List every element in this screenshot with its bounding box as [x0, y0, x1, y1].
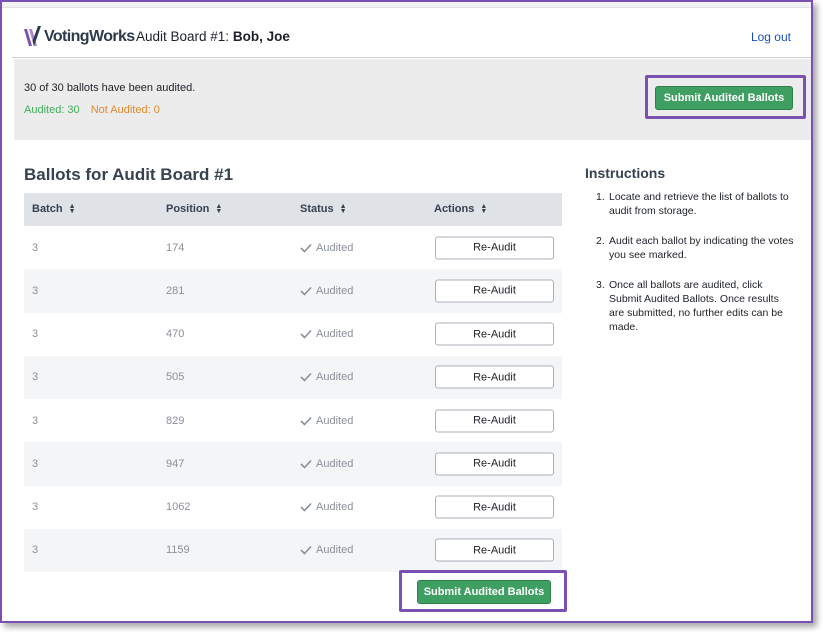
column-header-actions[interactable]: Actions ▲ ▼: [434, 203, 487, 215]
column-header-batch-label: Batch: [32, 203, 63, 215]
table-row: 3 1159 Audited Re-Audit: [24, 528, 562, 572]
column-header-status-label: Status: [300, 203, 334, 215]
app-window: VotingWorks Audit Board #1: Bob, Joe Log…: [0, 0, 813, 623]
re-audit-button[interactable]: Re-Audit: [435, 452, 554, 476]
cell-batch: 3: [32, 544, 39, 557]
audit-summary-text: 30 of 30 ballots have been audited.: [24, 82, 196, 94]
cell-status: Audited: [300, 328, 353, 340]
cell-position: 1159: [166, 544, 190, 557]
column-header-position[interactable]: Position ▲ ▼: [166, 203, 222, 215]
instructions-list: 1. Locate and retrieve the list of ballot…: [585, 190, 800, 334]
table-row: 3 947 Audited Re-Audit: [24, 442, 562, 486]
status-label: Audited: [316, 457, 354, 470]
instruction-step: 1. Locate and retrieve the list of ballot…: [596, 191, 789, 217]
cell-status: Audited: [300, 415, 353, 427]
instruction-step: 2. Audit each ballot by indicating the vo…: [596, 235, 794, 261]
submit-audited-ballots-button-top[interactable]: Submit Audited Ballots: [655, 86, 793, 110]
cell-batch: 3: [32, 241, 39, 254]
instructions-title: Instructions: [585, 165, 666, 181]
column-header-actions-label: Actions: [434, 203, 475, 215]
re-audit-button[interactable]: Re-Audit: [435, 495, 554, 519]
re-audit-button[interactable]: Re-Audit: [435, 365, 554, 389]
check-icon: [300, 243, 312, 253]
status-label: Audited: [316, 371, 354, 384]
sort-icon: ▲ ▼: [480, 203, 488, 215]
sort-icon: ▲ ▼: [215, 203, 223, 215]
table-header: Batch ▲ ▼ Position ▲ ▼ Status ▲ ▼ Actions ▲ ▼: [24, 193, 562, 226]
submit-highlight-bottom: Submit Audited Ballots: [399, 570, 567, 612]
status-label: Audited: [316, 544, 354, 557]
cell-status: Audited: [300, 371, 353, 383]
check-icon: [300, 546, 312, 556]
status-label: Audited: [316, 328, 354, 341]
re-audit-button[interactable]: Re-Audit: [435, 409, 554, 433]
cell-position: 947: [166, 457, 185, 470]
header-bar: VotingWorks Audit Board #1: Bob, Joe Log…: [12, 16, 811, 58]
cell-position: 829: [166, 414, 185, 427]
re-audit-button[interactable]: Re-Audit: [435, 279, 554, 303]
votingworks-logo-icon: [24, 26, 41, 46]
table-row: 3 281 Audited Re-Audit: [24, 269, 562, 313]
cell-status: Audited: [300, 285, 353, 297]
status-label: Audited: [316, 501, 354, 514]
cell-batch: 3: [32, 328, 39, 341]
submit-audited-ballots-button-bottom[interactable]: Submit Audited Ballots: [417, 580, 551, 604]
table-row: 3 1062 Audited Re-Audit: [24, 485, 562, 529]
re-audit-button[interactable]: Re-Audit: [435, 322, 554, 346]
sort-icon: ▲ ▼: [68, 203, 76, 215]
ballots-section-title: Ballots for Audit Board #1: [24, 165, 234, 184]
instructions-panel: Instructions 1. Locate and retrieve the l…: [585, 165, 800, 350]
window-top-edge: [2, 2, 811, 8]
cell-position: 174: [166, 241, 185, 254]
audited-count: Audited: 30: [24, 104, 80, 116]
check-icon: [300, 503, 312, 512]
status-label: Audited: [316, 284, 354, 297]
table-row: 3 174 Audited Re-Audit: [24, 226, 562, 270]
column-header-status[interactable]: Status ▲ ▼: [300, 203, 347, 215]
status-label: Audited: [316, 414, 354, 427]
check-icon: [300, 459, 312, 469]
cell-status: Audited: [300, 544, 353, 556]
audit-board-title: Audit Board #1: Bob, Joe: [136, 29, 290, 44]
cell-batch: 3: [32, 371, 39, 384]
instruction-step-text: Once all ballots are audited, click Subm…: [609, 279, 783, 333]
column-header-position-label: Position: [166, 203, 210, 215]
table-row: 3 829 Audited Re-Audit: [24, 399, 562, 443]
re-audit-button[interactable]: Re-Audit: [435, 236, 554, 260]
cell-status: Audited: [300, 242, 353, 254]
ballots-table: Batch ▲ ▼ Position ▲ ▼ Status ▲ ▼ Actions ▲ ▼ 3 …: [24, 193, 562, 572]
cell-position: 505: [166, 371, 185, 384]
audit-board-label: Audit Board #1:: [136, 29, 230, 44]
table-row: 3 470 Audited Re-Audit: [24, 312, 562, 356]
submit-highlight-top: Submit Audited Ballots: [645, 75, 806, 119]
check-icon: [300, 416, 312, 426]
column-header-batch[interactable]: Batch ▲ ▼: [32, 203, 76, 215]
cell-position: 470: [166, 328, 185, 341]
cell-batch: 3: [32, 457, 39, 470]
instruction-step-text: Audit each ballot by indicating the vote…: [609, 235, 794, 261]
audit-counts: Audited: 30 Not Audited: 0: [24, 104, 160, 116]
instruction-step: 3. Once all ballots are audited, click Su…: [596, 279, 783, 333]
cell-batch: 3: [32, 284, 39, 297]
cell-batch: 3: [32, 501, 39, 514]
logo-text: VotingWorks: [44, 28, 135, 45]
re-audit-button[interactable]: Re-Audit: [435, 538, 554, 562]
instruction-step-text: Locate and retrieve the list of ballots …: [609, 191, 789, 217]
audit-board-members: Bob, Joe: [232, 29, 290, 44]
table-row: 3 505 Audited Re-Audit: [24, 355, 562, 399]
cell-batch: 3: [32, 414, 39, 427]
status-label: Audited: [316, 241, 354, 254]
logout-link[interactable]: Log out: [751, 30, 791, 44]
votingworks-logo[interactable]: VotingWorks: [23, 25, 135, 49]
cell-position: 281: [166, 284, 185, 297]
cell-status: Audited: [300, 458, 353, 470]
check-icon: [300, 330, 312, 339]
cell-status: Audited: [300, 501, 353, 513]
check-icon: [300, 286, 312, 296]
sort-icon: ▲ ▼: [339, 203, 347, 215]
not-audited-count: Not Audited: 0: [90, 104, 160, 116]
cell-position: 1062: [166, 501, 191, 514]
check-icon: [300, 373, 312, 383]
